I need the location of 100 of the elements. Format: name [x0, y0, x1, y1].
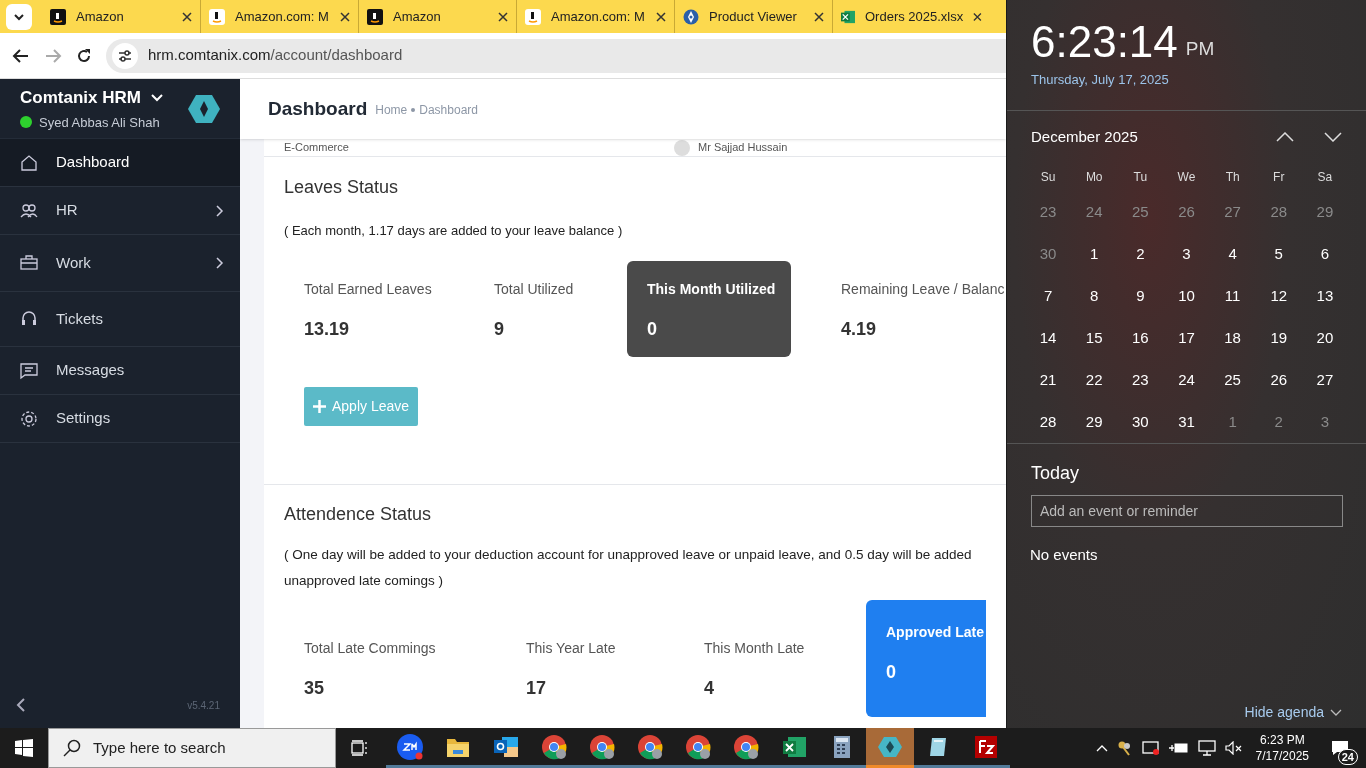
nav-item[interactable]: Dashboard — [0, 139, 240, 187]
task-view-icon[interactable] — [351, 740, 369, 756]
calendar-day[interactable]: 1 — [1209, 401, 1256, 443]
calendar-day[interactable]: 30 — [1117, 401, 1164, 443]
previous-month-icon[interactable] — [1276, 132, 1294, 142]
calendar-day[interactable]: 26 — [1255, 359, 1302, 401]
section-title: Leaves Status — [284, 176, 400, 199]
chevron-down-icon — [1330, 708, 1342, 716]
spreadsheet-icon — [841, 8, 855, 25]
taskbar-search-field[interactable]: Type here to search — [48, 728, 336, 768]
calendar-day[interactable]: 21 — [1025, 359, 1072, 401]
section-note: ( Each month, 1.17 days are added to your leave balance ) — [284, 222, 624, 240]
stat-value: 0 — [647, 317, 658, 341]
calendar-day[interactable]: 27 — [1209, 191, 1256, 233]
calendar-day[interactable]: 4 — [1209, 233, 1256, 275]
calendar-day[interactable]: 23 — [1025, 191, 1072, 233]
screen-record-icon[interactable] — [1141, 740, 1160, 756]
calendar-day[interactable]: 12 — [1255, 275, 1302, 317]
stat-label: Remaining Leave / Balanc — [841, 279, 1006, 299]
site-settings-icon[interactable] — [112, 42, 138, 69]
weekday-label: We — [1176, 169, 1197, 186]
stat-label: Approved Late — [886, 623, 985, 642]
notifications-button[interactable]: 24 — [1322, 731, 1358, 765]
section-note: unapproved late comings ) — [284, 572, 444, 590]
calendar-day[interactable]: 30 — [1025, 233, 1072, 275]
calendar-day[interactable]: 13 — [1301, 275, 1348, 317]
calendar-day[interactable]: 6 — [1301, 233, 1348, 275]
event-input-field[interactable]: Add an event or reminder — [1031, 495, 1343, 527]
tab-search-button[interactable] — [6, 4, 32, 30]
calendar-day[interactable]: 3 — [1163, 233, 1210, 275]
close-icon[interactable] — [656, 11, 666, 22]
home-icon — [20, 153, 38, 172]
calendar-day[interactable]: 8 — [1071, 275, 1118, 317]
calendar-day[interactable]: 10 — [1163, 275, 1210, 317]
calendar-day[interactable]: 3 — [1301, 401, 1348, 443]
hide-agenda-button[interactable]: Hide agenda — [1244, 701, 1324, 723]
stat-value: 0 — [886, 661, 897, 684]
calendar-day[interactable]: 28 — [1025, 401, 1072, 443]
calendar-day[interactable]: 20 — [1301, 317, 1348, 359]
chevron-up-icon[interactable] — [1095, 744, 1108, 752]
reload-icon[interactable] — [76, 47, 92, 64]
back-icon[interactable] — [12, 47, 30, 64]
clock-date[interactable]: Thursday, July 17, 2025 — [1031, 70, 1342, 90]
keys-icon[interactable] — [1116, 740, 1133, 756]
department-text: E-Commerce — [284, 140, 350, 156]
calendar-day[interactable]: 26 — [1163, 191, 1210, 233]
address-bar[interactable]: hrm.comtanix.com/account/dashboard — [106, 38, 1006, 73]
calendar-day[interactable]: 29 — [1071, 401, 1118, 443]
taskbar-clock[interactable]: 6:23 PM 7/17/2025 — [1251, 732, 1313, 764]
calendar-day[interactable]: 19 — [1255, 317, 1302, 359]
calendar-day[interactable]: 22 — [1071, 359, 1118, 401]
collapse-icon[interactable] — [16, 698, 26, 712]
speaker-muted-icon[interactable] — [1224, 741, 1243, 755]
calendar-day[interactable]: 17 — [1163, 317, 1210, 359]
calendar-day[interactable]: 24 — [1163, 359, 1210, 401]
chevron-down-icon[interactable] — [150, 93, 163, 102]
browser-icon — [540, 732, 568, 761]
clock-period: PM — [1185, 36, 1215, 61]
close-icon[interactable] — [182, 11, 192, 22]
avatar-icon — [674, 139, 690, 156]
calendar-day[interactable]: 11 — [1209, 275, 1256, 317]
close-icon[interactable] — [973, 11, 982, 22]
battery-plug-icon[interactable] — [1168, 742, 1189, 754]
calendar-day[interactable]: 2 — [1255, 401, 1302, 443]
calendar-day[interactable]: 29 — [1301, 191, 1348, 233]
calendar-day[interactable]: 5 — [1255, 233, 1302, 275]
close-icon[interactable] — [340, 11, 350, 22]
calendar-day[interactable]: 27 — [1301, 359, 1348, 401]
calendar-day[interactable]: 24 — [1071, 191, 1118, 233]
search-icon — [63, 739, 81, 757]
calendar-day[interactable]: 1 — [1071, 233, 1118, 275]
stat-label: Total Earned Leaves — [304, 279, 433, 299]
calendar-day[interactable]: 25 — [1209, 359, 1256, 401]
weekday-label: Sa — [1316, 169, 1334, 186]
close-icon[interactable] — [814, 11, 824, 22]
calendar-day[interactable]: 16 — [1117, 317, 1164, 359]
version-text: v5.4.21 — [187, 698, 221, 713]
calendar-day[interactable]: 15 — [1071, 317, 1118, 359]
browser-icon — [684, 732, 712, 761]
globe-icon — [683, 8, 699, 25]
calendar-day[interactable]: 7 — [1025, 275, 1072, 317]
close-icon[interactable] — [498, 11, 508, 22]
stat-value: 13.19 — [304, 317, 351, 341]
calendar-day[interactable]: 9 — [1117, 275, 1164, 317]
calendar-day[interactable]: 25 — [1117, 191, 1164, 233]
windows-start-icon[interactable] — [15, 739, 33, 757]
calendar-day[interactable]: 2 — [1117, 233, 1164, 275]
calendar-day[interactable]: 23 — [1117, 359, 1164, 401]
network-icon[interactable] — [1197, 740, 1216, 756]
calendar-day[interactable]: 14 — [1025, 317, 1072, 359]
calendar-day[interactable]: 31 — [1163, 401, 1210, 443]
stat-label: Total Utilized — [494, 279, 575, 299]
calendar-day[interactable]: 18 — [1209, 317, 1256, 359]
browser-tab[interactable]: Amazon — [42, 0, 200, 33]
browser-icon — [732, 732, 760, 761]
weekday-label: Tu — [1132, 169, 1149, 186]
headset-icon — [20, 310, 38, 328]
month-label[interactable]: December 2025 — [1031, 125, 1276, 149]
next-month-icon[interactable] — [1324, 132, 1342, 142]
calendar-day[interactable]: 28 — [1255, 191, 1302, 233]
